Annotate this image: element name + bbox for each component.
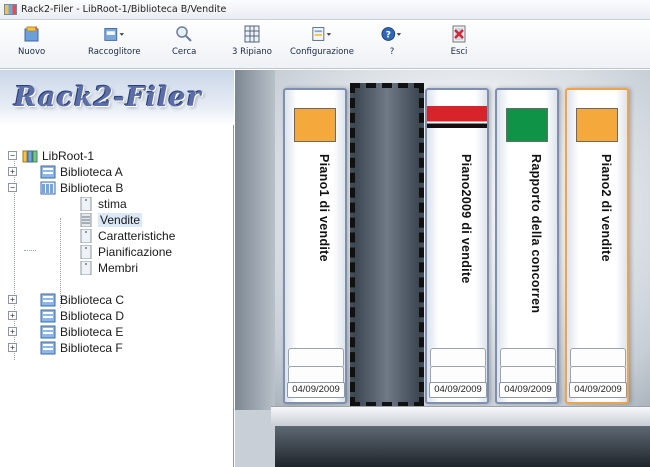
tree-node-caratteristiche[interactable]: Caratteristiche xyxy=(78,228,175,244)
toolbar: Nuovo Raccoglitore Cerca 3 Ripiano Confi… xyxy=(0,20,650,69)
cabinet-shelf-view: Piano1 di vendite 04/09/2009 Piano2009 d… xyxy=(235,70,650,467)
binder-label-box xyxy=(288,348,344,368)
tree-node-vendite[interactable]: Vendite xyxy=(78,212,143,228)
search-button-label: Cerca xyxy=(172,47,197,57)
tree-node-biblioteca-e[interactable]: + Biblioteca E xyxy=(8,324,124,340)
configuration-icon xyxy=(311,24,333,44)
exit-icon xyxy=(448,24,470,44)
new-button-label: Nuovo xyxy=(18,47,46,57)
tree-label-biblioteca-d: Biblioteca D xyxy=(60,309,125,323)
cabinet-icon xyxy=(78,228,94,244)
shelf-button-label: 3 Ripiano xyxy=(232,47,272,57)
binder-3[interactable]: Rapporto della concorren 04/09/2009 xyxy=(495,88,559,404)
app-icon xyxy=(4,4,17,15)
tree-label-biblioteca-e: Biblioteca E xyxy=(60,325,124,339)
binder-button-label: Raccoglitore xyxy=(88,47,141,57)
search-icon xyxy=(173,24,195,44)
binder-color-swatch xyxy=(506,108,548,142)
tree-label-stima: stima xyxy=(98,197,127,211)
library-icon xyxy=(40,293,56,307)
tree-node-biblioteca-a[interactable]: + Biblioteca A xyxy=(8,164,123,180)
tree-node-biblioteca-f[interactable]: + Biblioteca F xyxy=(8,340,123,356)
expand-icon[interactable]: + xyxy=(8,311,17,320)
library-icon xyxy=(40,325,56,339)
empty-binder-slot[interactable] xyxy=(350,83,424,407)
config-button-label: Configurazione xyxy=(290,47,355,57)
tree-label-membri: Membri xyxy=(98,261,139,275)
cabinet-icon xyxy=(78,260,94,276)
library-root-icon xyxy=(22,149,38,163)
tree-node-biblioteca-c[interactable]: + Biblioteca C xyxy=(8,292,125,308)
binder-color-stripe xyxy=(427,106,487,128)
binder-2[interactable]: Piano2009 di vendite 04/09/2009 xyxy=(425,88,489,404)
svg-text:?: ? xyxy=(386,30,391,41)
expand-icon[interactable]: + xyxy=(8,343,17,352)
exit-button[interactable]: Esci xyxy=(448,24,470,66)
binder-label-box xyxy=(570,348,626,368)
binder-date: 04/09/2009 xyxy=(287,382,345,398)
tree-node-root[interactable]: − LibRoot-1 xyxy=(8,148,94,164)
tree-label-pianificazione: Pianificazione xyxy=(98,245,173,259)
tree-node-membri[interactable]: Membri xyxy=(78,260,138,276)
binder-label-box xyxy=(500,348,556,368)
binder-title: Piano2009 di vendite xyxy=(459,154,473,284)
tree-label-root: LibRoot-1 xyxy=(42,149,95,163)
tree-node-biblioteca-b[interactable]: − Biblioteca B xyxy=(8,180,124,196)
title-bar: Rack2-Filer - LibRoot-1/Biblioteca B/Ven… xyxy=(0,0,650,20)
binder-icon xyxy=(103,24,125,44)
shelf-board xyxy=(271,406,650,426)
help-button-label: ? xyxy=(389,47,395,57)
new-binder-icon xyxy=(21,24,43,44)
tree-label-caratteristiche: Caratteristiche xyxy=(98,229,176,243)
shelf-side-panel xyxy=(235,70,275,410)
shelf-underside xyxy=(275,426,650,467)
cabinet-icon xyxy=(78,244,94,260)
cabinet-icon xyxy=(78,196,94,212)
library-icon xyxy=(40,309,56,323)
shelf-button[interactable]: 3 Ripiano xyxy=(232,24,272,66)
binder-date: 04/09/2009 xyxy=(569,382,627,398)
tree-label-biblioteca-f: Biblioteca F xyxy=(60,341,123,355)
binder-date: 04/09/2009 xyxy=(499,382,557,398)
tree-label-biblioteca-b: Biblioteca B xyxy=(60,181,124,195)
expand-icon[interactable]: + xyxy=(8,167,17,176)
library-tree-panel: Rack2-Filer − LibRoot-1 + Biblioteca A − xyxy=(0,70,234,467)
config-button[interactable]: Configurazione xyxy=(290,24,354,66)
binder-color-swatch xyxy=(576,108,618,142)
rack2-filer-logo: Rack2-Filer xyxy=(14,82,202,113)
expand-icon[interactable]: + xyxy=(8,327,17,336)
binder-title: Piano1 di vendite xyxy=(317,154,331,262)
binder-title: Piano2 di vendite xyxy=(599,154,613,262)
tree-node-stima[interactable]: stima xyxy=(78,196,127,212)
binder-button[interactable]: Raccoglitore xyxy=(88,24,141,66)
tree-node-pianificazione[interactable]: Pianificazione xyxy=(78,244,172,260)
library-icon xyxy=(40,165,56,179)
window-title: Rack2-Filer - LibRoot-1/Biblioteca B/Ven… xyxy=(21,4,227,15)
binder-title: Rapporto della concorren xyxy=(529,154,543,314)
binder-label-box xyxy=(430,348,486,368)
binder-date: 04/09/2009 xyxy=(429,382,487,398)
cabinet-open-icon xyxy=(78,212,94,228)
library-open-icon xyxy=(40,181,56,195)
tree-node-biblioteca-d[interactable]: + Biblioteca D xyxy=(8,308,125,324)
new-button[interactable]: Nuovo xyxy=(18,24,45,66)
search-button[interactable]: Cerca xyxy=(172,24,196,66)
shelf-grid-icon xyxy=(241,24,263,44)
help-icon: ? xyxy=(381,24,403,44)
library-icon xyxy=(40,341,56,355)
tree-label-biblioteca-a: Biblioteca A xyxy=(60,165,123,179)
collapse-icon[interactable]: − xyxy=(8,151,17,160)
binder-1[interactable]: Piano1 di vendite 04/09/2009 xyxy=(283,88,347,404)
binder-color-swatch xyxy=(294,108,336,142)
binder-4[interactable]: Piano2 di vendite 04/09/2009 xyxy=(565,88,629,404)
help-button[interactable]: ? ? xyxy=(381,24,403,66)
tree-label-biblioteca-c: Biblioteca C xyxy=(60,293,125,307)
logo-band: Rack2-Filer xyxy=(0,70,234,125)
expand-icon[interactable]: + xyxy=(8,295,17,304)
exit-button-label: Esci xyxy=(450,47,468,57)
collapse-icon[interactable]: − xyxy=(8,183,17,192)
tree-label-vendite: Vendite xyxy=(98,213,143,227)
